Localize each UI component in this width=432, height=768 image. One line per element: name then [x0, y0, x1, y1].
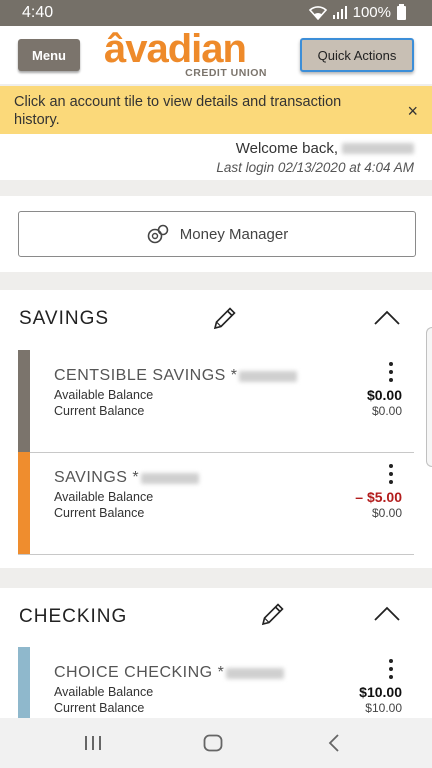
current-balance-label: Current Balance	[54, 701, 145, 715]
more-options-icon[interactable]	[388, 464, 394, 486]
account-color-bar	[18, 452, 30, 554]
logo-subtext: CREDIT UNION	[185, 67, 267, 79]
side-panel-handle[interactable]	[426, 327, 432, 467]
battery-icon	[397, 3, 406, 20]
signal-icon	[332, 6, 347, 19]
battery-percent: 100%	[352, 4, 391, 21]
welcome-line: Welcome back,	[236, 140, 414, 157]
welcome-greeting: Welcome back,	[235, 140, 338, 157]
current-balance-label: Current Balance	[54, 506, 145, 520]
menu-button[interactable]: Menu	[18, 39, 80, 71]
banner-message: Click an account tile to view details an…	[14, 94, 342, 128]
last-login: Last login 02/13/2020 at 4:04 AM	[216, 160, 414, 175]
close-icon[interactable]: ×	[407, 101, 418, 122]
money-manager-panel: Money Manager	[0, 196, 432, 272]
account-name: SAVINGS *	[54, 469, 200, 487]
account-tile-savings[interactable]: SAVINGS * Available Balance Current Bala…	[18, 452, 414, 555]
more-options-icon[interactable]	[388, 362, 394, 384]
pencil-icon[interactable]	[259, 600, 287, 628]
chevron-up-icon[interactable]	[374, 606, 400, 622]
quick-actions-button[interactable]: Quick Actions	[300, 38, 414, 72]
redacted-account-number	[226, 667, 285, 679]
account-color-bar	[18, 647, 30, 718]
available-balance-value: $0.00	[366, 387, 402, 403]
back-icon[interactable]	[328, 734, 340, 752]
account-name: CHOICE CHECKING *	[54, 664, 285, 682]
available-balance-label: Available Balance	[54, 490, 154, 504]
money-manager-button[interactable]: Money Manager	[18, 211, 416, 257]
pencil-icon[interactable]	[211, 304, 239, 332]
account-tile-centsible-savings[interactable]: CENTSIBLE SAVINGS * Available Balance Cu…	[18, 350, 414, 453]
available-balance-value: – $5.00	[355, 489, 402, 505]
current-balance-value: $0.00	[371, 506, 402, 520]
chevron-up-icon[interactable]	[374, 310, 400, 326]
current-balance-label: Current Balance	[54, 404, 145, 418]
current-balance-value: $10.00	[365, 701, 402, 715]
money-manager-label: Money Manager	[179, 225, 289, 243]
current-balance-value: $0.00	[371, 404, 402, 418]
recents-icon[interactable]	[84, 735, 102, 751]
wifi-icon	[308, 5, 327, 20]
account-color-bar	[18, 350, 30, 452]
redacted-account-number	[239, 370, 298, 382]
more-options-icon[interactable]	[388, 659, 394, 681]
available-balance-value: $10.00	[359, 684, 402, 700]
status-bar: 4:40 100%	[0, 0, 432, 26]
available-balance-label: Available Balance	[54, 388, 154, 402]
account-name: CENTSIBLE SAVINGS *	[54, 367, 298, 385]
system-nav-bar	[0, 718, 432, 768]
redacted-account-number	[141, 472, 200, 484]
account-tile-choice-checking[interactable]: CHOICE CHECKING * Available Balance Curr…	[18, 647, 414, 718]
status-icons: 100%	[308, 3, 406, 21]
avadian-logo: âvadian CREDIT UNION	[104, 27, 269, 81]
available-balance-label: Available Balance	[54, 685, 154, 699]
savings-section: SAVINGS CENTSIBLE SAVINGS * Available Ba…	[0, 290, 432, 568]
savings-title: SAVINGS	[19, 308, 110, 329]
welcome-panel: Welcome back, Last login 02/13/2020 at 4…	[0, 134, 432, 180]
app-header: Menu âvadian CREDIT UNION Quick Actions	[0, 26, 432, 84]
logo-wordmark: âvadian	[104, 27, 247, 71]
home-icon[interactable]	[203, 734, 223, 752]
status-time: 4:40	[22, 4, 54, 21]
checking-section: CHECKING CHOICE CHECKING * Available Bal…	[0, 588, 432, 718]
checking-title: CHECKING	[19, 606, 128, 627]
coins-icon	[147, 224, 169, 244]
info-banner: Click an account tile to view details an…	[0, 86, 432, 134]
redacted-username	[342, 143, 414, 154]
